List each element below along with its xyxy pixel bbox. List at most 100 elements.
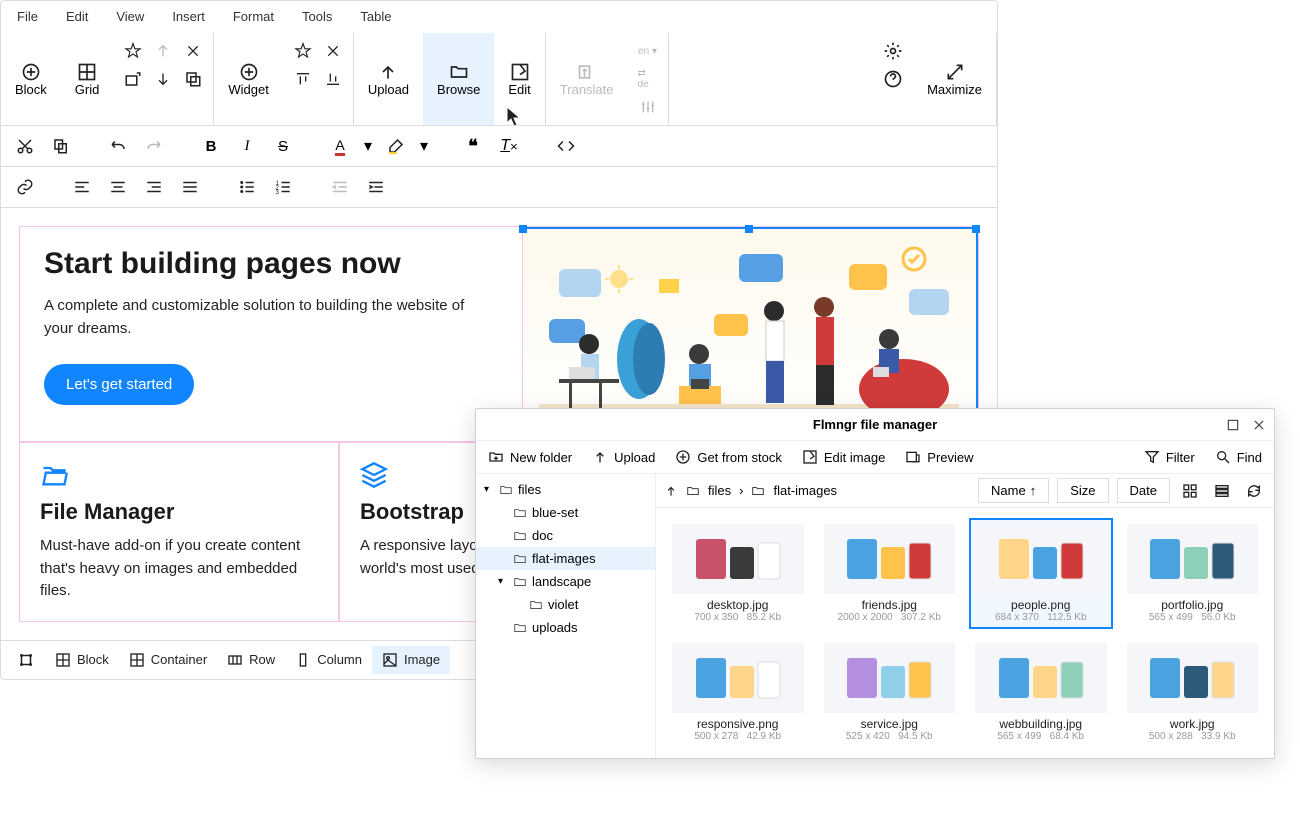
align-left-icon[interactable]: [66, 173, 98, 201]
italic-icon[interactable]: I: [231, 132, 263, 160]
menu-format[interactable]: Format: [229, 7, 278, 26]
refresh-icon[interactable]: [1242, 479, 1266, 503]
clear-format-icon[interactable]: T×: [493, 132, 525, 160]
widget-button[interactable]: Widget: [214, 33, 282, 125]
crumb-row[interactable]: Row: [217, 646, 285, 674]
view-grid-icon[interactable]: [1178, 479, 1202, 503]
align-justify-icon[interactable]: [174, 173, 206, 201]
browse-button[interactable]: Browse: [423, 33, 494, 125]
list-numbered-icon[interactable]: 123: [267, 173, 299, 201]
maximize-icon[interactable]: [1226, 418, 1240, 432]
align-bottom-icon[interactable]: [323, 69, 343, 89]
feature-title: File Manager: [40, 499, 318, 525]
star-icon[interactable]: [293, 41, 313, 61]
file-card[interactable]: desktop.jpg700 x 350 85.2 Kb: [666, 518, 810, 629]
strike-icon[interactable]: S: [267, 132, 299, 160]
tree-row[interactable]: violet: [476, 593, 655, 616]
sort-date-button[interactable]: Date: [1117, 478, 1170, 503]
close-icon[interactable]: [1252, 418, 1266, 432]
text-color-icon[interactable]: A: [324, 132, 356, 160]
sort-size-button[interactable]: Size: [1057, 478, 1108, 503]
path-segment[interactable]: files: [708, 483, 731, 498]
crumb-block[interactable]: Block: [45, 646, 119, 674]
file-card[interactable]: responsive.png500 x 278 42.9 Kb: [666, 637, 810, 748]
file-card[interactable]: portfolio.jpg565 x 499 56.0 Kb: [1121, 518, 1265, 629]
widget-label: Widget: [228, 82, 268, 97]
tree-row[interactable]: flat-images: [476, 547, 655, 570]
chevron-icon[interactable]: ▾: [484, 484, 494, 495]
star-icon[interactable]: [123, 41, 143, 61]
list-bullet-icon[interactable]: [231, 173, 263, 201]
align-right-icon[interactable]: [138, 173, 170, 201]
arrow-up-icon[interactable]: [153, 41, 173, 61]
undo-icon[interactable]: [102, 132, 134, 160]
upload-button[interactable]: Upload: [592, 449, 655, 465]
link-icon[interactable]: [9, 173, 41, 201]
upload-button[interactable]: Upload: [354, 33, 423, 125]
close-icon[interactable]: [183, 41, 203, 61]
file-card[interactable]: friends.jpg2000 x 2000 307.2 Kb: [818, 518, 962, 629]
cta-button[interactable]: Let's get started: [44, 364, 194, 405]
copy-icon[interactable]: [45, 132, 77, 160]
equalizer-icon[interactable]: [638, 97, 658, 117]
file-name: desktop.jpg: [707, 598, 768, 612]
tree-row[interactable]: blue-set: [476, 501, 655, 524]
dialog-title[interactable]: Flmngr file manager: [476, 409, 1274, 441]
up-button[interactable]: [664, 484, 678, 498]
edit-image-button[interactable]: Edit image: [802, 449, 885, 465]
crumb-canvas[interactable]: [7, 645, 45, 675]
bold-icon[interactable]: B: [195, 132, 227, 160]
tree-row[interactable]: doc: [476, 524, 655, 547]
grid-button[interactable]: Grid: [61, 33, 114, 125]
duplicate-icon[interactable]: [183, 69, 203, 89]
tree-row[interactable]: ▾landscape: [476, 570, 655, 593]
menu-tools[interactable]: Tools: [298, 7, 336, 26]
outdent-icon[interactable]: [324, 173, 356, 201]
menu-table[interactable]: Table: [356, 7, 395, 26]
help-icon[interactable]: [883, 69, 903, 89]
cut-icon[interactable]: [9, 132, 41, 160]
chevron-down-icon[interactable]: ▾: [360, 132, 376, 160]
menu-edit[interactable]: Edit: [62, 7, 92, 26]
path-segment[interactable]: flat-images: [773, 483, 837, 498]
sort-name-button[interactable]: Name ↑: [978, 478, 1049, 503]
file-card[interactable]: service.jpg525 x 420 94.5 Kb: [818, 637, 962, 748]
align-top-icon[interactable]: [293, 69, 313, 89]
file-card[interactable]: people.png684 x 370 112.5 Kb: [969, 518, 1113, 629]
preview-button[interactable]: Preview: [905, 449, 973, 465]
indent-icon[interactable]: [360, 173, 392, 201]
lang-source-icon[interactable]: en ▾: [638, 41, 658, 61]
block-button[interactable]: Block: [1, 33, 61, 125]
redo-icon[interactable]: [138, 132, 170, 160]
highlight-icon[interactable]: [380, 132, 412, 160]
code-icon[interactable]: [550, 132, 582, 160]
menu-insert[interactable]: Insert: [168, 7, 209, 26]
svg-text:3: 3: [276, 190, 280, 196]
move-out-icon[interactable]: [123, 69, 143, 89]
quote-icon[interactable]: ❝: [457, 132, 489, 160]
menu-file[interactable]: File: [13, 7, 42, 26]
find-button[interactable]: Find: [1215, 449, 1262, 465]
maximize-button[interactable]: Maximize: [913, 33, 996, 125]
chevron-down-icon[interactable]: ▾: [416, 132, 432, 160]
new-folder-button[interactable]: New folder: [488, 449, 572, 465]
close-icon[interactable]: [323, 41, 343, 61]
crumb-column[interactable]: Column: [285, 646, 372, 674]
lang-target-icon[interactable]: ⇄ de: [638, 69, 658, 89]
gear-icon[interactable]: [883, 41, 903, 61]
align-center-icon[interactable]: [102, 173, 134, 201]
get-stock-button[interactable]: Get from stock: [675, 449, 782, 465]
edit-button[interactable]: Edit: [494, 33, 544, 125]
menu-view[interactable]: View: [112, 7, 148, 26]
filter-button[interactable]: Filter: [1144, 449, 1195, 465]
crumb-image[interactable]: Image: [372, 646, 450, 674]
file-card[interactable]: work.jpg500 x 288 33.9 Kb: [1121, 637, 1265, 748]
file-card[interactable]: webbuilding.jpg565 x 499 68.4 Kb: [969, 637, 1113, 748]
arrow-down-icon[interactable]: [153, 69, 173, 89]
crumb-container[interactable]: Container: [119, 646, 217, 674]
chevron-icon[interactable]: ▾: [498, 576, 508, 587]
tree-row[interactable]: ▾files: [476, 478, 655, 501]
tree-row[interactable]: uploads: [476, 616, 655, 639]
view-list-icon[interactable]: [1210, 479, 1234, 503]
translate-button[interactable]: Translate: [546, 33, 628, 125]
